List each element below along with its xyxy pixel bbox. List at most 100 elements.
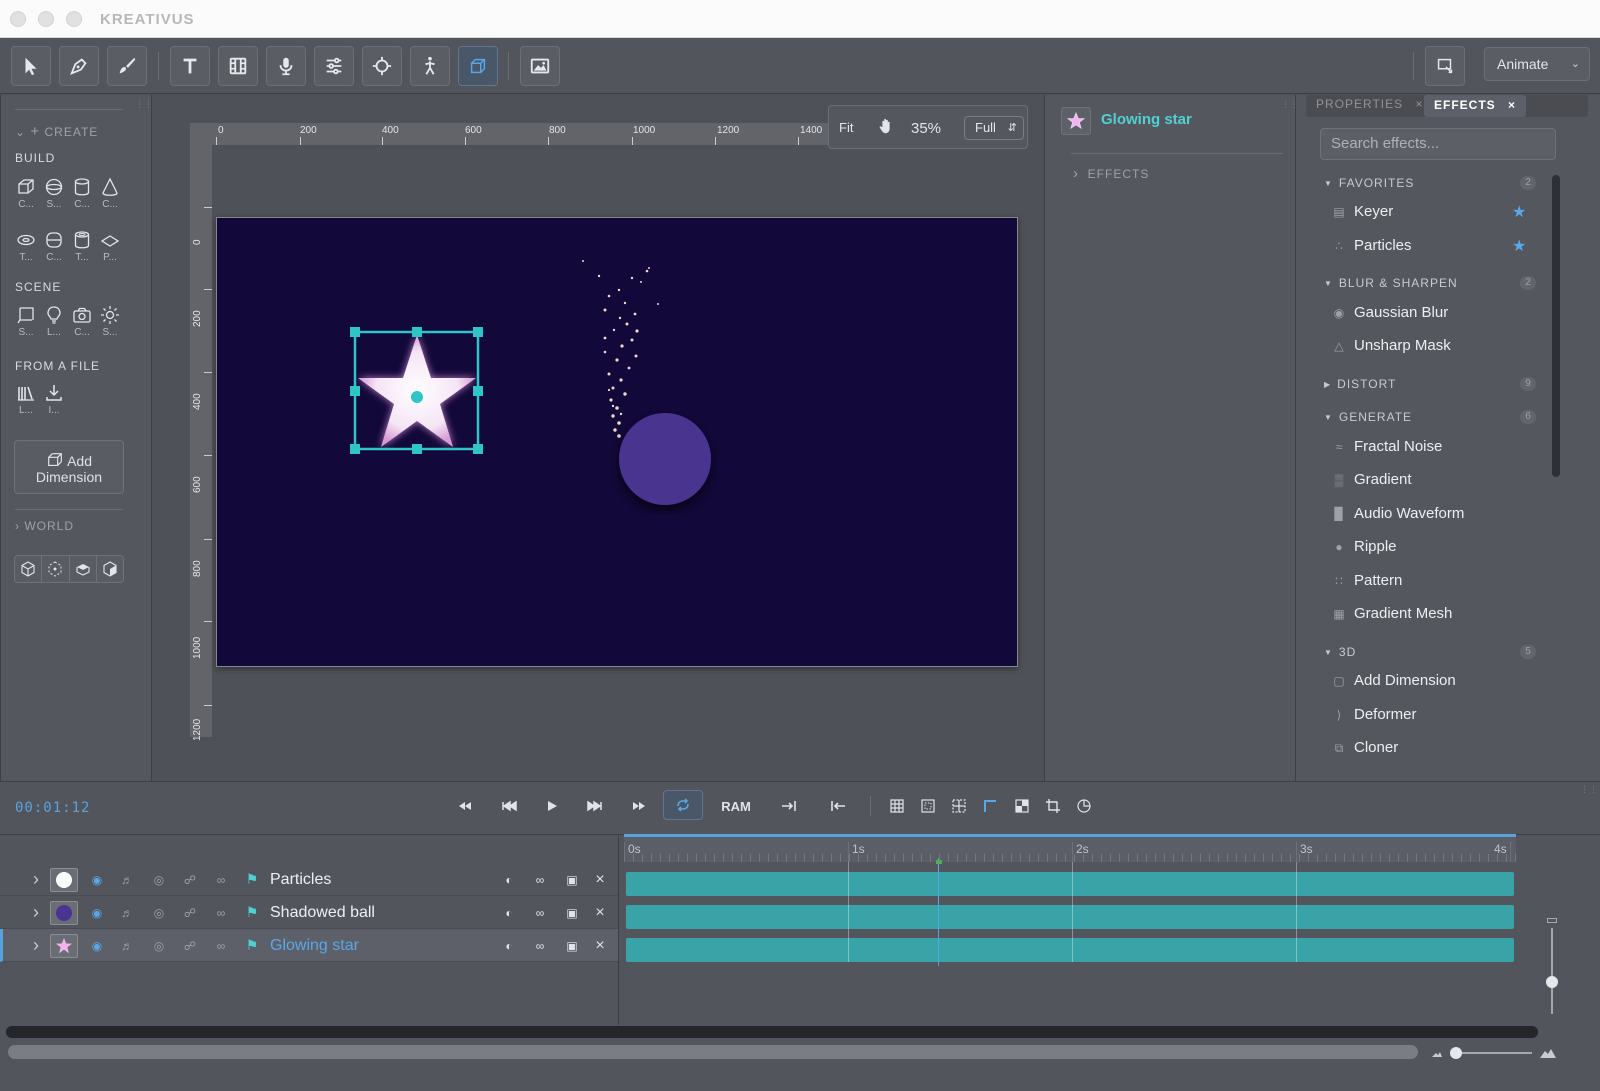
world-points-button[interactable] [42,556,70,582]
fast-forward-button[interactable] [628,794,650,818]
vertical-zoom-slider[interactable] [1546,918,1558,1018]
particles-layer[interactable] [582,260,659,438]
tab-properties[interactable]: PROPERTIES × [1316,97,1424,111]
exposure-toggle[interactable] [1073,794,1095,818]
timeline-zoom-slider[interactable] [1430,1046,1590,1060]
transform-handle[interactable] [350,444,360,454]
blend-mode-icon[interactable]: ◐ [498,929,520,962]
motion-blur-icon[interactable]: ∞ [529,929,551,962]
timeline-scrollbar[interactable] [6,1026,1538,1038]
panel-grip-icon[interactable]: ⋮⋮ [135,100,153,109]
layer-effects-header[interactable]: › EFFECTS [1073,165,1149,182]
timecode-display[interactable]: 00:01:12 [15,800,90,816]
adjustment-icon[interactable]: ▣ [561,863,583,896]
brush-tool-button[interactable] [107,46,147,86]
build-tube-item[interactable]: T... [69,230,95,263]
delete-layer-icon[interactable]: × [590,863,610,896]
time-ruler[interactable]: 0s 1s 2s 3s 4s [624,834,1516,862]
flag-icon[interactable]: ⚑ [242,863,262,896]
favorite-star-icon[interactable]: ★ [1512,236,1526,256]
lock-icon[interactable]: ☍ [179,863,201,896]
transform-handle[interactable] [350,327,360,337]
category-generate[interactable]: ▼ GENERATE [1324,410,1412,424]
timeline-tracks[interactable]: 0s 1s 2s 3s 4s [624,834,1516,1014]
scene-stage-item[interactable]: S... [13,305,39,338]
solo-icon[interactable]: ◎ [148,929,170,962]
expand-chevron-icon[interactable]: › [26,863,46,896]
world-solid-button[interactable] [97,556,123,582]
link-icon[interactable]: ∞ [210,896,232,929]
build-plane-item[interactable]: P... [97,230,123,263]
flag-icon[interactable]: ⚑ [242,896,262,929]
layer-name[interactable]: Glowing star [270,937,359,955]
build-torus-item[interactable]: T... [13,230,39,263]
blend-mode-icon[interactable]: ◐ [498,863,520,896]
create-header[interactable]: ⌄ + CREATE [15,123,98,140]
effect-ripple[interactable]: ● Ripple [1330,538,1396,555]
effect-unsharp-mask[interactable]: △ Unsharp Mask [1330,337,1450,354]
playhead[interactable] [938,858,939,966]
transform-handle[interactable] [350,386,360,396]
effect-add-dimension[interactable]: ▢ Add Dimension [1330,672,1455,689]
world-faces-button[interactable] [70,556,97,582]
image-tool-button[interactable] [520,46,560,86]
guides-toggle[interactable] [948,794,970,818]
rulers-toggle[interactable] [979,794,1001,818]
link-icon[interactable]: ∞ [210,863,232,896]
expand-chevron-icon[interactable]: › [26,896,46,929]
link-icon[interactable]: ∞ [210,929,232,962]
timeline-layer-row[interactable]: › ◉ ♬ ◎ ☍ ∞ ⚑ Shadowed ball ◐ ∞ ▣ × [0,896,618,929]
adjust-tool-button[interactable] [314,46,354,86]
delete-layer-icon[interactable]: × [590,929,610,962]
audio-tool-button[interactable] [266,46,306,86]
loop-button[interactable] [663,790,703,820]
effect-gaussian-blur[interactable]: ◉ Gaussian Blur [1330,304,1448,321]
file-library-item[interactable]: L... [13,383,39,416]
grid-toggle[interactable] [886,794,908,818]
playhead-marker[interactable] [936,860,942,864]
mode-dropdown[interactable]: Animate ⌄ [1484,47,1590,81]
build-cylinder-item[interactable]: C... [69,177,95,210]
go-to-start-button[interactable] [827,794,849,818]
lock-icon[interactable]: ☍ [179,929,201,962]
composition-stage[interactable] [216,217,1018,667]
adjustment-icon[interactable]: ▣ [561,896,583,929]
category-3d[interactable]: ▼ 3D [1324,645,1356,659]
motion-blur-icon[interactable]: ∞ [529,863,551,896]
category-blur-sharpen[interactable]: ▼ BLUR & SHARPEN [1324,276,1458,290]
visibility-eye-icon[interactable]: ◉ [86,896,108,929]
category-distort[interactable]: ▶ DISTORT [1324,377,1396,391]
crop-toggle[interactable] [1042,794,1064,818]
scene-light-item[interactable]: L... [41,305,67,338]
window-zoom-button[interactable] [66,11,82,27]
effect-gradient-mesh[interactable]: ▦ Gradient Mesh [1330,605,1452,622]
timeline-layer-row-selected[interactable]: › ◉ ♬ ◎ ☍ ∞ ⚑ Glowing star ◐ ∞ ▣ × [0,929,618,962]
scene-camera-item[interactable]: C... [69,305,95,338]
solo-icon[interactable]: ◎ [148,863,170,896]
build-capsule-item[interactable]: C... [41,230,67,263]
transform-handle[interactable] [473,327,483,337]
play-button[interactable] [541,794,563,818]
presentation-button[interactable] [1425,46,1465,86]
timeline-layer-row[interactable]: › ◉ ♬ ◎ ☍ ∞ ⚑ Particles ◐ ∞ ▣ × [0,863,618,896]
blend-mode-icon[interactable]: ◐ [498,896,520,929]
anchor-point[interactable] [411,391,423,403]
rewind-button[interactable] [454,794,476,818]
audio-speaker-icon[interactable]: ♬ [116,863,138,896]
flag-icon[interactable]: ⚑ [242,929,262,962]
layer-name[interactable]: Particles [270,871,331,889]
puppet-tool-button[interactable] [410,46,450,86]
tab-effects[interactable]: EFFECTS × [1424,95,1527,117]
track-bar-shadowed-ball[interactable] [626,905,1514,929]
panel-grip-icon[interactable]: ⋮⋮ [1580,785,1598,794]
hand-tool-button[interactable] [877,117,895,140]
go-to-end-button[interactable] [778,794,800,818]
build-sphere-item[interactable]: S... [41,177,67,210]
effect-pattern[interactable]: ∷ Pattern [1330,572,1402,589]
shadowed-ball-layer[interactable] [619,413,711,505]
timeline-range-bar[interactable] [8,1045,1418,1059]
zoom-level[interactable]: 35% [911,120,941,137]
window-minimize-button[interactable] [38,11,54,27]
track-bar-glowing-star[interactable] [626,938,1514,962]
effect-gradient[interactable]: ▒ Gradient [1330,471,1412,488]
